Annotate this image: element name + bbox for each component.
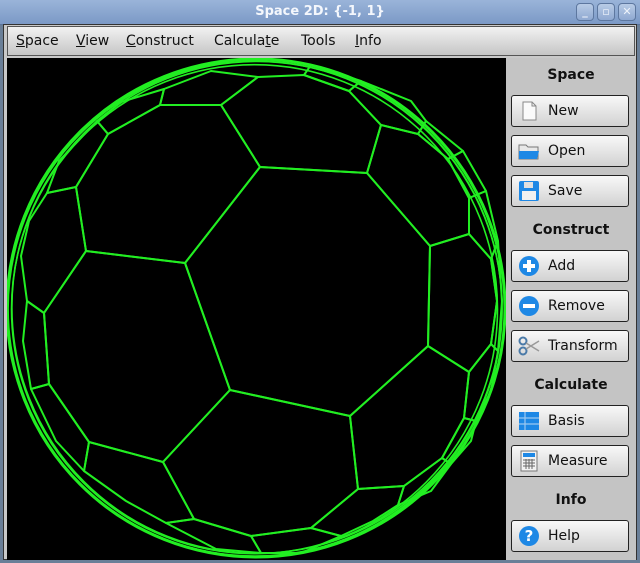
ball-face xyxy=(43,250,231,463)
menu-calculate[interactable]: Calculate xyxy=(214,33,279,49)
svg-text:?: ? xyxy=(525,527,534,545)
title-bar[interactable]: Space 2D: {-1, 1} _ ▫ ✕ xyxy=(0,0,640,25)
add-button[interactable]: Add xyxy=(511,250,629,282)
section-label-info: Info xyxy=(555,492,587,508)
help-button-label: Help xyxy=(548,528,580,544)
drawing-canvas[interactable] xyxy=(7,58,506,560)
ball-face xyxy=(310,485,405,537)
measure-button[interactable]: Measure xyxy=(511,445,629,477)
ball-face xyxy=(165,518,262,554)
transform-button-label: Transform xyxy=(548,338,618,354)
soccer-ball-wireframe xyxy=(7,58,506,559)
ball-face xyxy=(83,441,195,524)
section-label-space: Space xyxy=(547,67,595,83)
open-button-label: Open xyxy=(548,143,586,159)
menu-info[interactable]: Info xyxy=(355,33,382,49)
floppy-save-icon xyxy=(518,180,540,202)
remove-button[interactable]: Remove xyxy=(511,290,629,322)
calculator-icon xyxy=(518,450,540,472)
ball-face xyxy=(220,74,382,174)
help-button[interactable]: ? Help xyxy=(511,520,629,552)
grid-table-icon xyxy=(518,410,540,432)
maximize-button[interactable]: ▫ xyxy=(597,3,615,21)
section-label-calculate: Calculate xyxy=(534,377,608,393)
scissors-icon xyxy=(518,335,540,357)
help-circle-icon: ? xyxy=(518,525,540,547)
client-area: Space View Construct Calculate Tools Inf… xyxy=(3,24,637,560)
ball-face xyxy=(22,300,50,390)
minimize-button[interactable]: _ xyxy=(576,3,594,21)
folder-open-icon xyxy=(518,140,540,162)
window-controls: _ ▫ ✕ xyxy=(576,3,636,21)
remove-button-label: Remove xyxy=(548,298,605,314)
basis-button-label: Basis xyxy=(548,413,585,429)
menu-space[interactable]: Space xyxy=(16,33,59,49)
basis-button[interactable]: Basis xyxy=(511,405,629,437)
ball-face xyxy=(30,383,90,472)
new-button[interactable]: New xyxy=(511,95,629,127)
measure-button-label: Measure xyxy=(548,453,608,469)
minus-circle-icon xyxy=(518,295,540,317)
ball-face xyxy=(349,345,470,490)
open-button[interactable]: Open xyxy=(511,135,629,167)
close-button[interactable]: ✕ xyxy=(618,3,636,21)
save-button[interactable]: Save xyxy=(511,175,629,207)
menu-view[interactable]: View xyxy=(76,33,109,49)
new-document-icon xyxy=(518,100,540,122)
save-button-label: Save xyxy=(548,183,583,199)
ball-rim xyxy=(10,63,499,555)
menu-tools[interactable]: Tools xyxy=(301,33,336,49)
ball-face xyxy=(397,457,452,506)
transform-button[interactable]: Transform xyxy=(511,330,629,362)
plus-circle-icon xyxy=(518,255,540,277)
side-panel: Space New Open Save Construct Add Remove… xyxy=(506,58,636,560)
add-button-label: Add xyxy=(548,258,576,274)
section-label-construct: Construct xyxy=(532,222,610,238)
new-button-label: New xyxy=(548,103,579,119)
menu-construct[interactable]: Construct xyxy=(126,33,194,49)
window-title: Space 2D: {-1, 1} xyxy=(255,4,385,19)
menu-bar: Space View Construct Calculate Tools Inf… xyxy=(7,26,635,56)
app-window: Space 2D: {-1, 1} _ ▫ ✕ Space View Const… xyxy=(0,0,640,563)
